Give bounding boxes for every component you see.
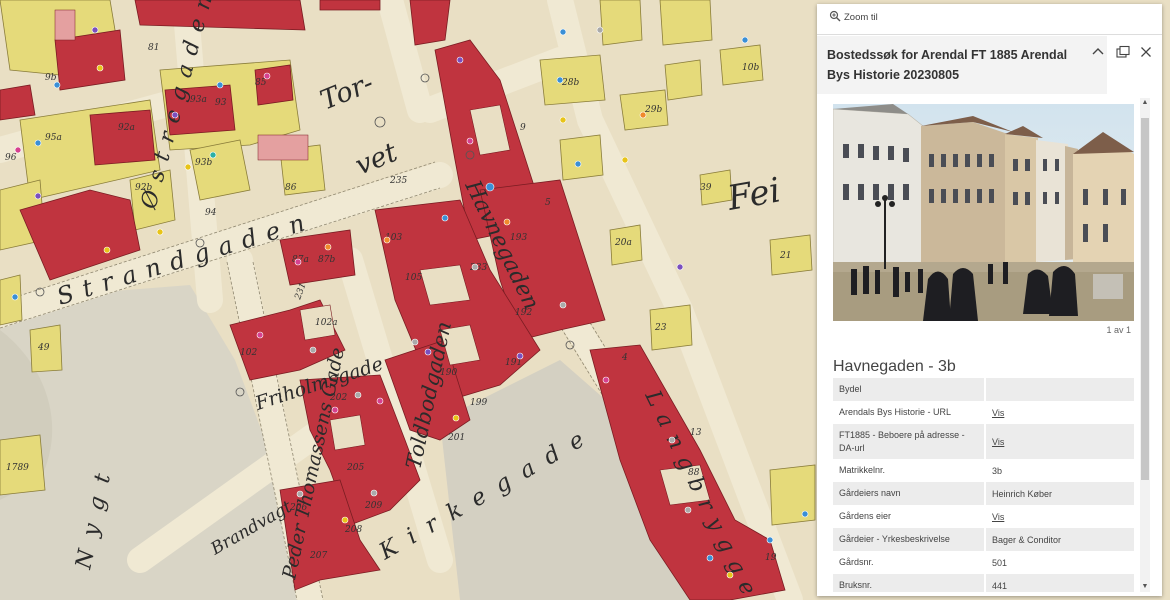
- svg-text:5: 5: [545, 198, 551, 208]
- vis-link[interactable]: Vis: [992, 437, 1004, 447]
- svg-text:102a: 102a: [315, 318, 338, 328]
- svg-text:192: 192: [515, 308, 532, 318]
- table-row: Arendals Bys Historie - URL Vis: [833, 401, 1134, 424]
- svg-text:105: 105: [405, 273, 422, 283]
- svg-text:85: 85: [255, 78, 267, 88]
- svg-text:102: 102: [240, 348, 257, 358]
- scroll-thumb[interactable]: [1141, 118, 1149, 480]
- vis-link[interactable]: Vis: [992, 408, 1004, 418]
- attribute-value: Bager & Conditor: [985, 528, 1134, 551]
- attribute-key: Gårdeiers navn: [833, 482, 986, 505]
- svg-text:19: 19: [765, 553, 777, 563]
- svg-text:206: 206: [289, 503, 307, 513]
- svg-text:235: 235: [389, 176, 407, 186]
- svg-text:95a: 95a: [45, 133, 62, 143]
- attribute-value: 501: [992, 557, 1008, 568]
- feature-title: Havnegaden - 3b: [833, 358, 956, 375]
- table-row: Gårdsnr. 501: [833, 551, 1134, 574]
- svg-text:28b: 28b: [561, 78, 579, 88]
- svg-text:29b: 29b: [644, 105, 662, 115]
- table-row: Gårdeiers navn Heinrich Køber: [833, 482, 1134, 505]
- table-row: Bruksnr. 441: [833, 574, 1134, 592]
- svg-text:39: 39: [700, 183, 712, 193]
- table-row: FT1885 - Beboere på adresse - DA-url Vis: [833, 424, 1134, 459]
- svg-text:92b: 92b: [135, 183, 152, 193]
- svg-text:23: 23: [654, 323, 667, 333]
- attribute-value: 3b: [992, 465, 1003, 476]
- svg-text:9b: 9b: [45, 73, 57, 83]
- historic-photo: [833, 104, 1134, 321]
- chevron-up-icon: [1090, 47, 1106, 64]
- svg-text:10b: 10b: [742, 63, 759, 73]
- attribute-key: Gårdeier - Yrkesbeskrivelse: [833, 528, 986, 551]
- svg-text:233: 233: [469, 263, 487, 273]
- svg-text:209: 209: [364, 501, 382, 511]
- attribute-value: [985, 378, 1134, 401]
- collapse-button[interactable]: [1090, 44, 1106, 60]
- svg-text:202: 202: [329, 393, 347, 403]
- close-icon: [1138, 47, 1154, 64]
- svg-text:190: 190: [440, 368, 457, 378]
- svg-text:193: 193: [510, 233, 527, 243]
- svg-text:49: 49: [37, 343, 50, 353]
- attribute-key: Gårdsnr.: [833, 551, 986, 574]
- attribute-key: Bydel: [833, 378, 986, 401]
- svg-text:4: 4: [621, 353, 628, 363]
- attribute-key: Bruksnr.: [833, 574, 986, 592]
- dock-icon: [1115, 45, 1131, 64]
- attribute-value: Heinrich Køber: [985, 482, 1134, 505]
- zoom-to-label: Zoom til: [844, 12, 878, 23]
- scroll-up-arrow-icon[interactable]: ▲: [1140, 98, 1150, 108]
- svg-text:199: 199: [470, 398, 487, 408]
- svg-text:94: 94: [205, 208, 217, 218]
- popup-scrollbar[interactable]: ▲ ▼: [1140, 98, 1150, 592]
- table-row: Bydel: [833, 378, 1134, 401]
- close-button[interactable]: [1138, 44, 1154, 60]
- popup-body: 1 av 1 Havnegaden - 3b Bydel Arendals By…: [817, 96, 1162, 592]
- feature-popup: Zoom til Bostedssøk for Arendal FT 1885 …: [817, 4, 1162, 596]
- table-row: Gårdeier - Yrkesbeskrivelse Bager & Cond…: [833, 528, 1134, 551]
- svg-text:191: 191: [505, 358, 522, 368]
- svg-text:205: 205: [346, 463, 364, 473]
- svg-text:207: 207: [309, 551, 327, 561]
- hatched-building: [54, 9, 76, 41]
- hatched-building: [257, 134, 309, 161]
- attribute-value: 441: [985, 574, 1134, 592]
- svg-text:88: 88: [688, 468, 700, 478]
- attribute-key: Gårdens eier: [833, 505, 986, 528]
- svg-text:93a: 93a: [190, 95, 207, 105]
- vis-link[interactable]: Vis: [992, 512, 1004, 522]
- dock-button[interactable]: [1115, 44, 1131, 60]
- svg-text:96: 96: [5, 153, 17, 163]
- svg-text:1789: 1789: [6, 463, 29, 473]
- attribute-key: Matrikkelnr.: [833, 459, 986, 482]
- svg-text:21: 21: [779, 251, 791, 261]
- popup-header: Bostedssøk for Arendal FT 1885 Arendal B…: [817, 36, 1107, 94]
- zoom-to-button[interactable]: Zoom til: [829, 10, 878, 25]
- svg-text:201: 201: [447, 433, 465, 443]
- svg-text:81: 81: [148, 43, 159, 53]
- zoom-in-icon: [829, 10, 841, 25]
- svg-text:86: 86: [285, 183, 297, 193]
- attribute-key: Arendals Bys Historie - URL: [833, 401, 986, 424]
- scroll-down-arrow-icon[interactable]: ▼: [1140, 582, 1150, 592]
- table-row: Gårdens eier Vis: [833, 505, 1134, 528]
- svg-text:93: 93: [215, 98, 227, 108]
- popup-title: Bostedssøk for Arendal FT 1885 Arendal B…: [827, 48, 1068, 82]
- pager: 1 av 1: [1106, 325, 1131, 335]
- attribute-key: FT1885 - Beboere på adresse - DA-url: [833, 424, 986, 459]
- svg-text:13: 13: [690, 428, 702, 438]
- table-row: Matrikkelnr. 3b: [833, 459, 1134, 482]
- svg-text:87b: 87b: [318, 255, 335, 265]
- svg-text:20a: 20a: [614, 238, 632, 248]
- svg-text:208: 208: [344, 525, 362, 535]
- svg-text:93b: 93b: [195, 158, 212, 168]
- svg-text:92a: 92a: [118, 123, 135, 133]
- popup-topbar: Zoom til: [817, 4, 1162, 35]
- attribute-table: Bydel Arendals Bys Historie - URL Vis FT…: [833, 378, 1134, 592]
- svg-text:9: 9: [520, 123, 526, 133]
